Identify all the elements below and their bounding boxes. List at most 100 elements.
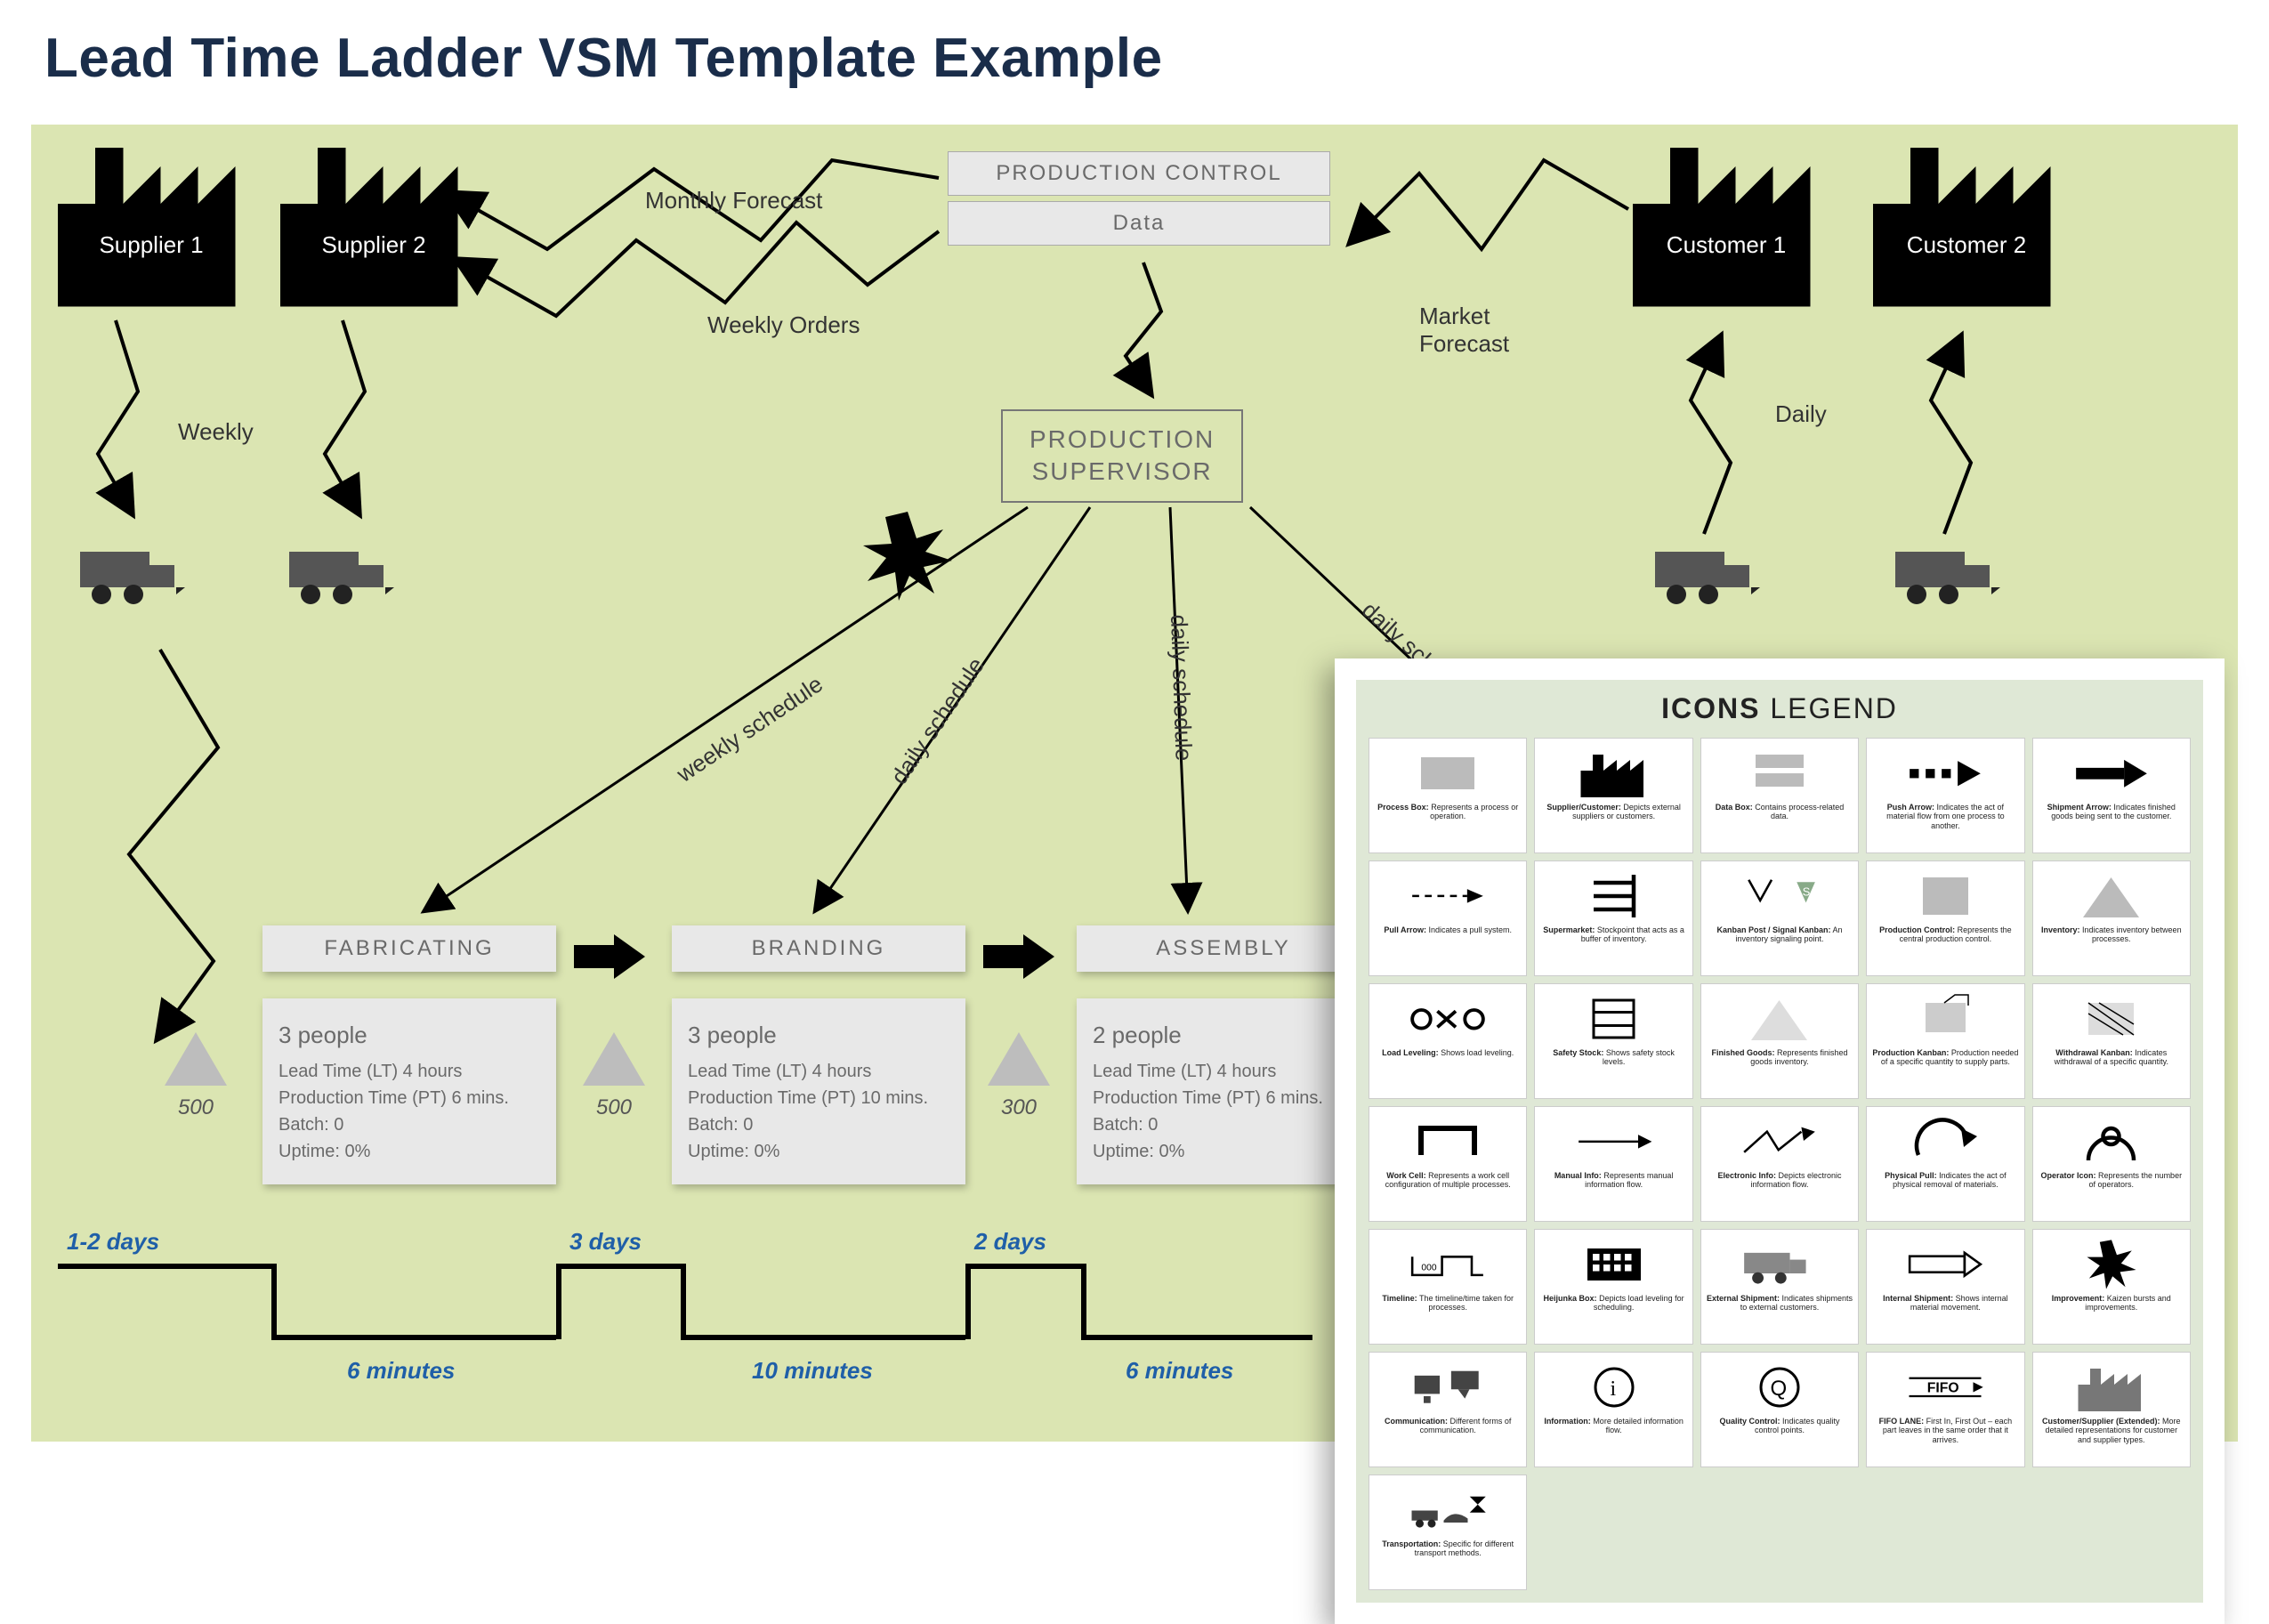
supplier-1: Supplier 1 [58, 138, 245, 307]
legend-icon: S [1707, 867, 1853, 925]
svg-text:S: S [1803, 885, 1811, 899]
legend-icon: 000 [1375, 1235, 1521, 1294]
process-line: Production Time (PT) 10 mins. [688, 1085, 949, 1111]
legend-caption: Pull Arrow: Indicates a pull system. [1384, 925, 1512, 934]
inventory-qty: 500 [583, 1095, 645, 1120]
legend-caption: Heijunka Box: Depicts load leveling for … [1540, 1294, 1686, 1313]
legend-icon [1872, 1235, 2018, 1294]
process-line: Batch: 0 [688, 1111, 949, 1138]
legend-icon [1375, 1481, 1521, 1539]
page-title: Lead Time Ladder VSM Template Example [44, 27, 1163, 90]
legend-icon: i [1540, 1358, 1686, 1417]
legend-title: ICONS LEGEND [1369, 692, 2191, 725]
legend-icon [1707, 1112, 1853, 1171]
supplier-1-label: Supplier 1 [58, 231, 245, 259]
legend-icon [1707, 1235, 1853, 1294]
legend-icon [1375, 990, 1521, 1048]
legend-caption: Manual Info: Represents manual informati… [1540, 1171, 1686, 1190]
legend-icon [1540, 1235, 1686, 1294]
legend-icon [1707, 744, 1853, 803]
legend-caption: Electronic Info: Depicts electronic info… [1707, 1171, 1853, 1190]
process-assembly: ASSEMBLY 2 people Lead Time (LT) 4 hours… [1077, 925, 1370, 1184]
legend-icon [2039, 1112, 2184, 1171]
legend-icon [1872, 744, 2018, 803]
process-people: 2 people [1093, 1018, 1354, 1053]
legend-item: Withdrawal Kanban: Indicates withdrawal … [2032, 983, 2191, 1099]
legend-item: Inventory: Indicates inventory between p… [2032, 860, 2191, 976]
legend-caption: Shipment Arrow: Indicates finished goods… [2039, 803, 2184, 821]
legend-caption: Communication: Different forms of commun… [1375, 1417, 1521, 1435]
legend-icon: Q [1707, 1358, 1853, 1417]
legend-item: Manual Info: Represents manual informati… [1534, 1106, 1692, 1222]
legend-icon [1540, 867, 1686, 925]
legend-icon [1540, 1112, 1686, 1171]
legend-caption: Process Box: Represents a process or ope… [1375, 803, 1521, 821]
pt-bottom-2: 10 minutes [752, 1357, 873, 1385]
process-branding: BRANDING 3 people Lead Time (LT) 4 hours… [672, 925, 965, 1184]
process-line: Production Time (PT) 6 mins. [279, 1085, 540, 1111]
truck-icon [1895, 543, 2002, 610]
legend-icon [2039, 1358, 2184, 1417]
legend-item: iInformation: More detailed information … [1534, 1352, 1692, 1467]
label-weekly-schedule: weekly schedule [672, 670, 828, 788]
legend-caption: Quality Control: Indicates quality contr… [1707, 1417, 1853, 1435]
process-line: Uptime: 0% [279, 1138, 540, 1165]
legend-item: Data Box: Contains process-related data. [1700, 738, 1859, 853]
svg-text:FIFO: FIFO [1927, 1381, 1959, 1396]
legend-item: External Shipment: Indicates shipments t… [1700, 1229, 1859, 1345]
legend-caption: Kanban Post / Signal Kanban: An inventor… [1707, 925, 1853, 944]
legend-caption: Load Leveling: Shows load leveling. [1382, 1048, 1514, 1057]
icons-legend-panel: ICONS LEGEND Process Box: Represents a p… [1335, 658, 2225, 1624]
push-arrow-icon [574, 930, 645, 988]
legend-grid: Process Box: Represents a process or ope… [1369, 738, 2191, 1590]
legend-item: Physical Pull: Indicates the act of phys… [1866, 1106, 2024, 1222]
label-weekly: Weekly [178, 418, 254, 446]
legend-caption: Withdrawal Kanban: Indicates withdrawal … [2039, 1048, 2184, 1067]
customer-2-label: Customer 2 [1873, 231, 2060, 259]
legend-item: Production Kanban: Production needed of … [1866, 983, 2024, 1099]
process-line: Uptime: 0% [1093, 1138, 1354, 1165]
truck-icon [1655, 543, 1762, 610]
legend-caption: Push Arrow: Indicates the act of materia… [1872, 803, 2018, 830]
label-daily-schedule-1: daily schedule [885, 652, 990, 789]
legend-icon [2039, 744, 2184, 803]
legend-caption: Work Cell: Represents a work cell config… [1375, 1171, 1521, 1190]
process-title: ASSEMBLY [1077, 925, 1370, 972]
process-line: Lead Time (LT) 4 hours [688, 1058, 949, 1085]
legend-item: Pull Arrow: Indicates a pull system. [1369, 860, 1527, 976]
legend-item: Electronic Info: Depicts electronic info… [1700, 1106, 1859, 1222]
legend-icon [1540, 990, 1686, 1048]
pt-bottom-3: 6 minutes [1126, 1357, 1233, 1385]
process-people: 3 people [279, 1018, 540, 1053]
legend-item: Operator Icon: Represents the number of … [2032, 1106, 2191, 1222]
process-fabricating: FABRICATING 3 people Lead Time (LT) 4 ho… [262, 925, 556, 1184]
process-line: Lead Time (LT) 4 hours [279, 1058, 540, 1085]
legend-item: FIFO FIFO LANE: First In, First Out – eac… [1866, 1352, 2024, 1467]
legend-item: Safety Stock: Shows safety stock levels. [1534, 983, 1692, 1099]
lt-top-1: 1-2 days [67, 1228, 159, 1256]
legend-item: Transportation: Specific for different t… [1369, 1475, 1527, 1590]
legend-icon [2039, 990, 2184, 1048]
legend-icon: FIFO [1872, 1358, 2018, 1417]
customer-2: Customer 2 [1873, 138, 2060, 307]
label-daily: Daily [1775, 400, 1827, 428]
legend-caption: FIFO LANE: First In, First Out – each pa… [1872, 1417, 2018, 1444]
label-monthly-forecast: Monthly Forecast [645, 187, 822, 214]
legend-item: S Kanban Post / Signal Kanban: An invento… [1700, 860, 1859, 976]
process-line: Production Time (PT) 6 mins. [1093, 1085, 1354, 1111]
inventory-qty: 500 [165, 1095, 227, 1120]
legend-caption: Production Kanban: Production needed of … [1872, 1048, 2018, 1067]
lt-top-2: 3 days [569, 1228, 642, 1256]
legend-caption: Finished Goods: Represents finished good… [1707, 1048, 1853, 1067]
legend-icon [1872, 867, 2018, 925]
legend-icon [1707, 990, 1853, 1048]
svg-text:i: i [1610, 1378, 1616, 1401]
process-title: BRANDING [672, 925, 965, 972]
legend-caption: Transportation: Specific for different t… [1375, 1539, 1521, 1558]
customer-1: Customer 1 [1633, 138, 1820, 307]
legend-icon [1375, 1358, 1521, 1417]
legend-caption: Data Box: Contains process-related data. [1707, 803, 1853, 821]
pt-bottom-1: 6 minutes [347, 1357, 455, 1385]
legend-caption: Inventory: Indicates inventory between p… [2039, 925, 2184, 944]
legend-item: Process Box: Represents a process or ope… [1369, 738, 1527, 853]
